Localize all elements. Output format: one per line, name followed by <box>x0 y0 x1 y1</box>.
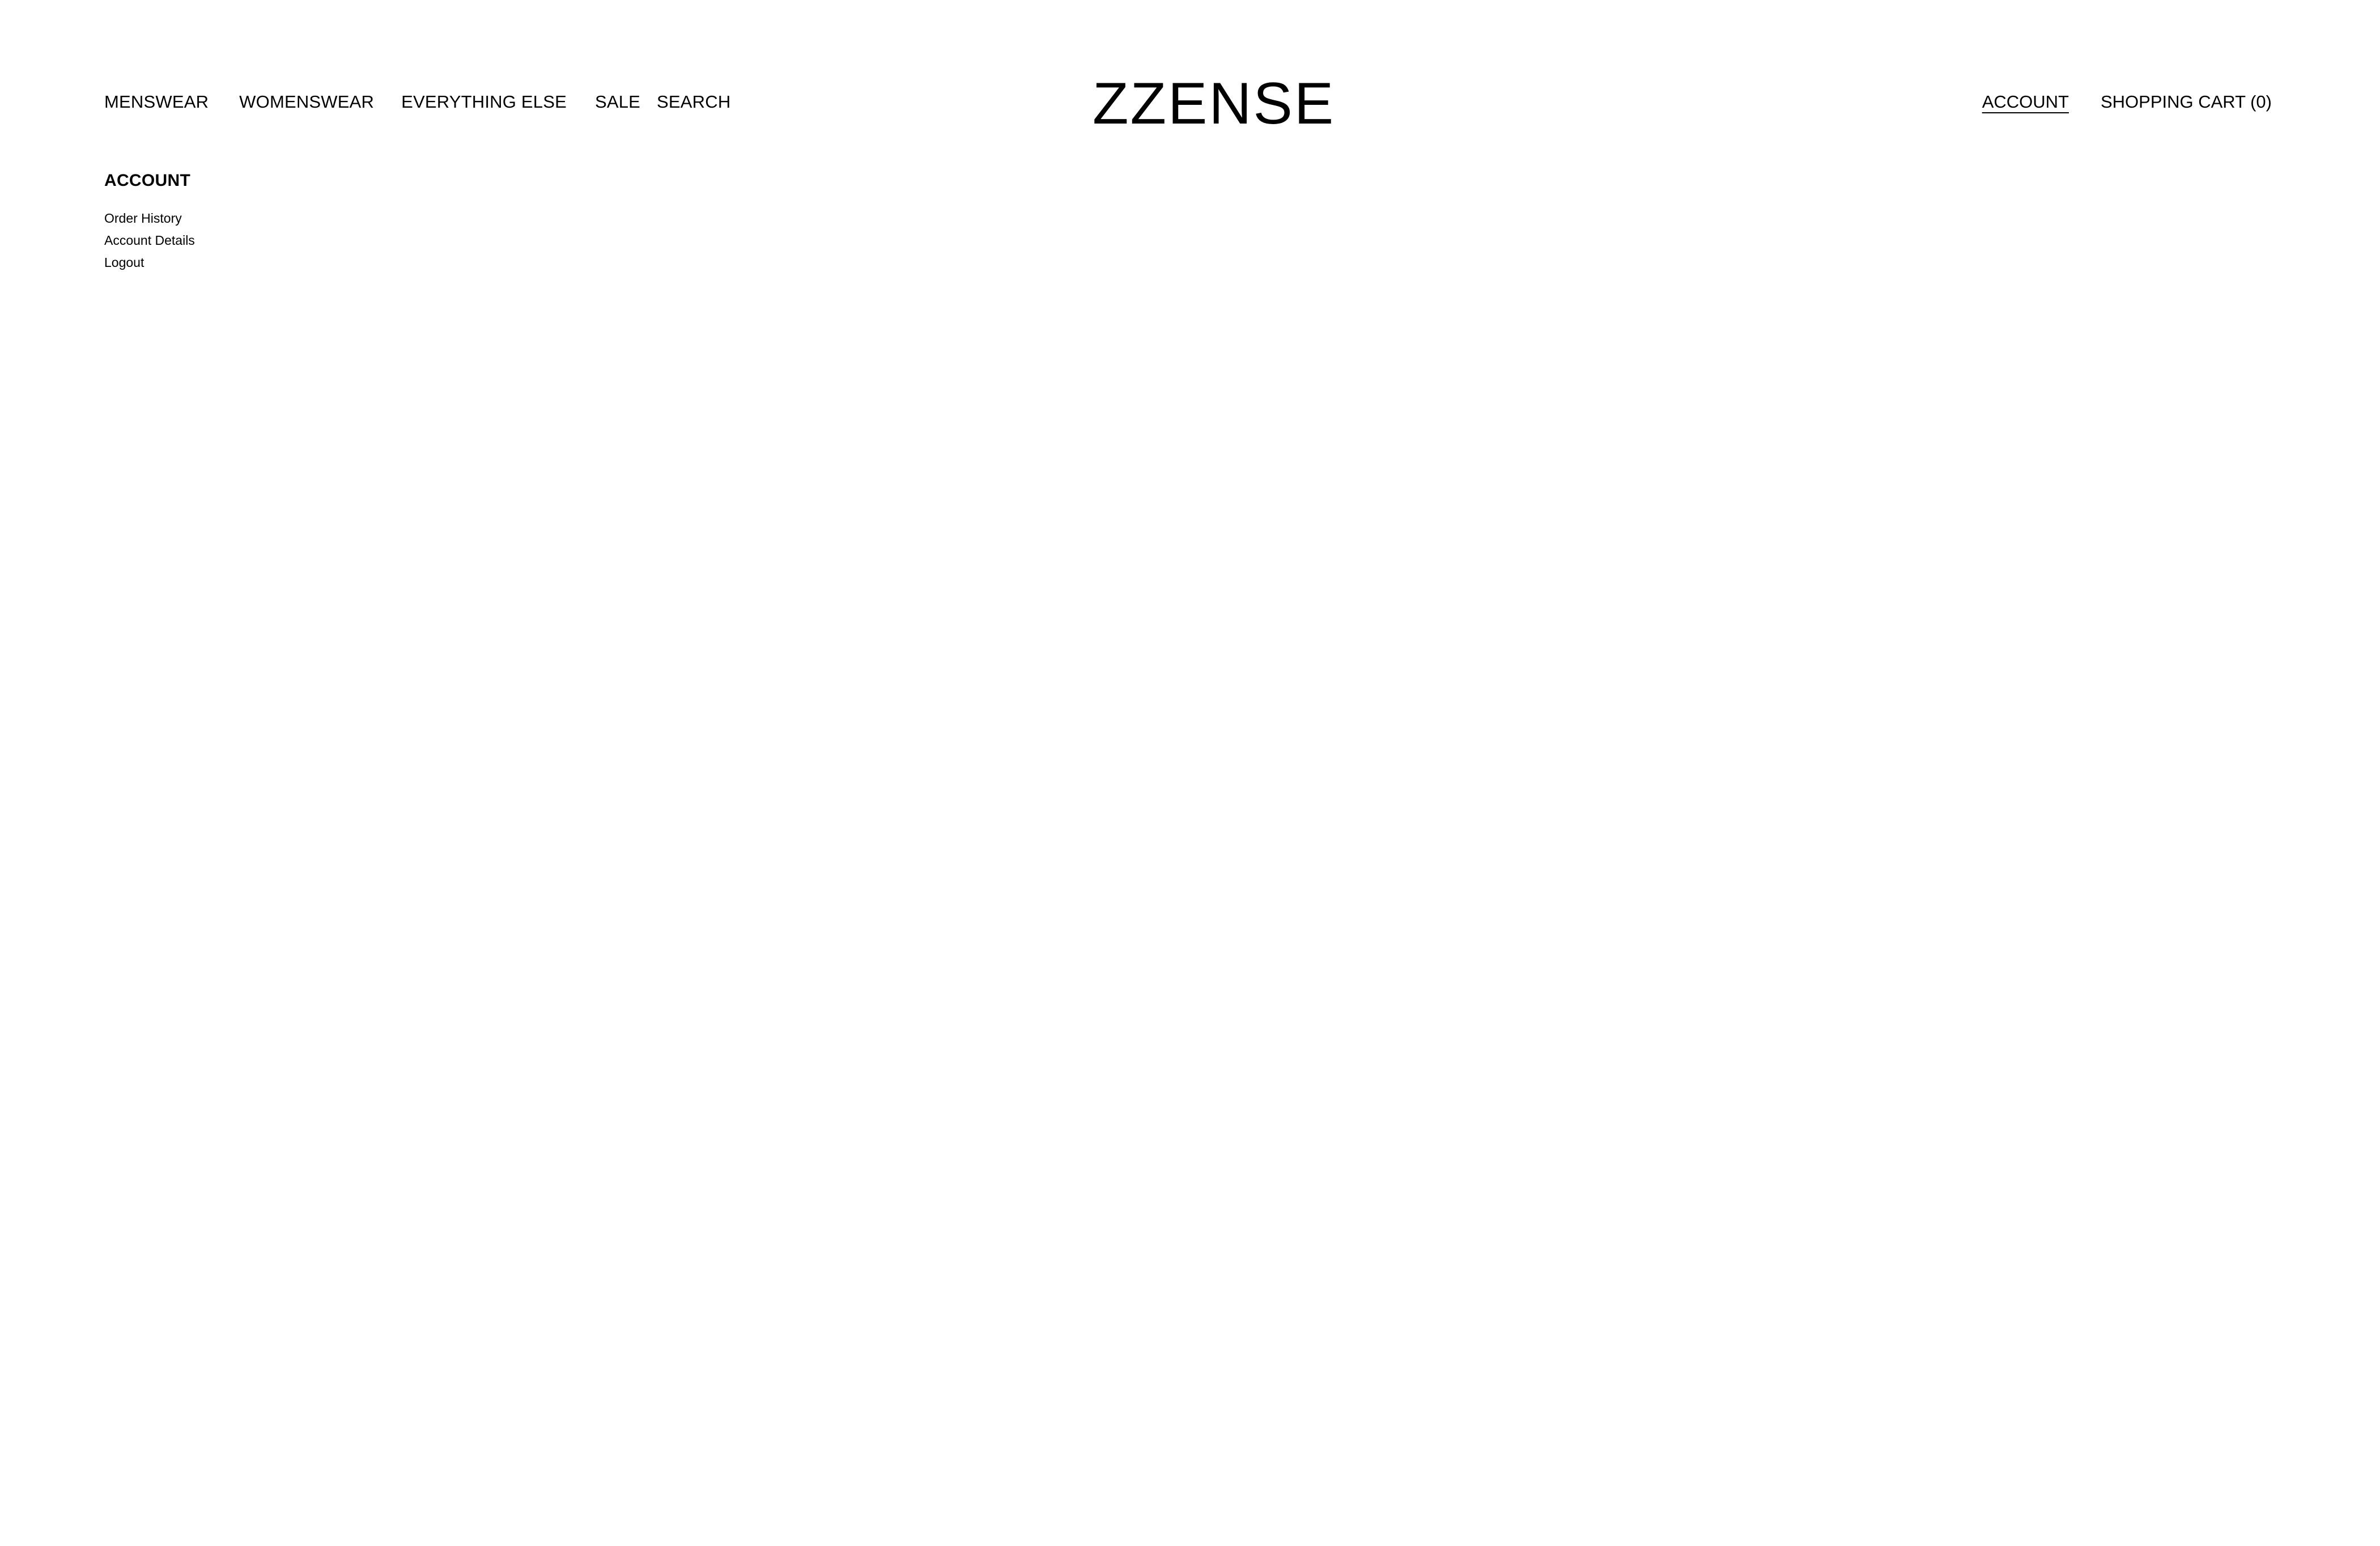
site-header: MENSWEAR WOMENSWEAR EVERYTHING ELSE SALE… <box>0 0 2380 147</box>
account-link[interactable]: ACCOUNT <box>1982 88 2069 116</box>
order-history-link[interactable]: Order History <box>104 207 444 230</box>
account-details-link[interactable]: Account Details <box>104 230 444 252</box>
nav-menswear-link[interactable]: MENSWEAR <box>104 88 209 116</box>
nav-search-link[interactable]: SEARCH <box>657 88 730 116</box>
primary-nav: MENSWEAR WOMENSWEAR EVERYTHING ELSE SALE… <box>104 88 730 116</box>
nav-everything-else-link[interactable]: EVERYTHING ELSE <box>401 88 567 116</box>
nav-womenswear-link[interactable]: WOMENSWEAR <box>239 88 374 116</box>
account-menu-title: ACCOUNT <box>104 171 191 190</box>
account-menu: ACCOUNT Order History Account Details Lo… <box>104 169 444 274</box>
logout-link[interactable]: Logout <box>104 252 444 274</box>
account-menu-list: Order History Account Details Logout <box>104 207 444 274</box>
site-logo[interactable]: ZZENSE <box>1093 73 1335 135</box>
utility-nav: ACCOUNT SHOPPING CART (0) <box>1982 88 2272 116</box>
nav-sale-link[interactable]: SALE <box>595 88 640 116</box>
shopping-cart-link[interactable]: SHOPPING CART (0) <box>2101 88 2272 116</box>
